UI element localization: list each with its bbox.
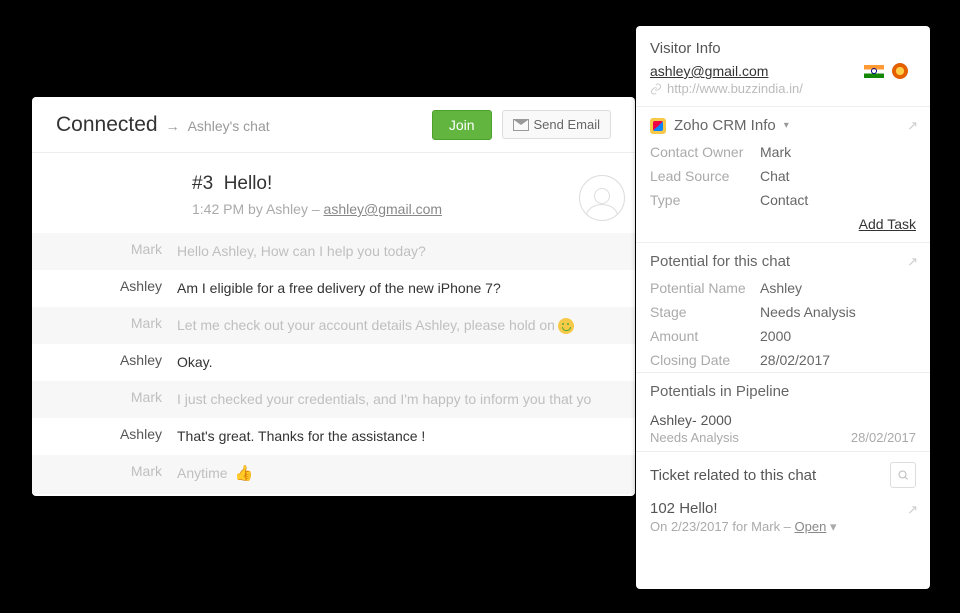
- pipeline-item[interactable]: Ashley- 2000 Needs Analysis 28/02/2017: [636, 406, 930, 451]
- message-text: That's great. Thanks for the assistance …: [177, 426, 617, 447]
- message-row: Ashley That's great. Thanks for the assi…: [32, 418, 635, 455]
- ticket-item[interactable]: ↗ 102 Hello! On 2/23/2017 for Mark – Ope…: [636, 494, 930, 541]
- potential-field-value: Needs Analysis: [760, 304, 856, 320]
- chat-header: Connected → Ashley's chat Join Send Emai…: [32, 97, 635, 153]
- message-sender: Mark: [32, 241, 177, 257]
- chat-status: Connected: [56, 113, 158, 137]
- message-row: Ashley Okay.: [32, 344, 635, 381]
- zoho-crm-icon: [650, 118, 666, 134]
- ticket-status-caret: ▾: [830, 519, 837, 534]
- potential-field-label: Amount: [650, 328, 760, 344]
- message-sender: Ashley: [32, 352, 177, 368]
- ticket-section-title: Ticket related to this chat: [650, 467, 816, 484]
- pipeline-section-title: Potentials in Pipeline: [650, 383, 789, 400]
- potential-field-label: Stage: [650, 304, 760, 320]
- crm-field-label: Lead Source: [650, 168, 760, 184]
- avatar: [579, 175, 625, 221]
- chat-subtitle: Ashley's chat: [188, 118, 270, 134]
- message-text: Anytime 👍: [177, 463, 617, 486]
- message-text: Okay.: [177, 352, 617, 373]
- message-row: Mark Anytime 👍: [32, 455, 635, 494]
- thread-header: #3 Hello! 1:42 PM by Ashley – ashley@gma…: [32, 153, 635, 233]
- popout-icon[interactable]: ↗: [907, 254, 918, 270]
- ticket-meta: On 2/23/2017 for Mark –: [650, 519, 795, 534]
- message-text: Am I eligible for a free delivery of the…: [177, 278, 617, 299]
- visitor-email-link[interactable]: ashley@gmail.com: [650, 63, 768, 79]
- envelope-icon: [513, 119, 529, 131]
- add-task-link[interactable]: Add Task: [859, 216, 916, 232]
- potential-section-header: Potential for this chat ↗: [636, 242, 930, 276]
- thumbs-up-icon: 👍: [234, 463, 253, 486]
- send-email-button[interactable]: Send Email: [502, 110, 611, 139]
- message-row: Ashley Am I eligible for a free delivery…: [32, 270, 635, 307]
- crm-section-header[interactable]: Zoho CRM Info ▾ ↗: [636, 106, 930, 140]
- visitor-info-heading: Visitor Info: [636, 26, 930, 63]
- pipeline-item-date: 28/02/2017: [851, 430, 916, 445]
- popout-icon[interactable]: ↗: [907, 502, 918, 518]
- potential-field-value: 2000: [760, 328, 791, 344]
- message-sender: Ashley: [32, 426, 177, 442]
- message-list: Mark Hello Ashley, How can I help you to…: [32, 233, 635, 494]
- arrow-icon: →: [166, 118, 180, 134]
- link-icon: [650, 83, 662, 95]
- ticket-subject: Hello!: [224, 173, 273, 194]
- visitor-panel: Visitor Info ashley@gmail.com http://www…: [636, 26, 930, 589]
- pipeline-item-name: Ashley- 2000: [650, 412, 732, 428]
- ticket-id: 102: [650, 500, 675, 517]
- ticket-section-header: Ticket related to this chat: [636, 451, 930, 494]
- potential-field-label: Potential Name: [650, 280, 760, 296]
- ticket-status[interactable]: Open: [795, 519, 827, 534]
- message-sender: Mark: [32, 463, 177, 479]
- chevron-down-icon: ▾: [784, 120, 789, 131]
- message-sender: Ashley: [32, 278, 177, 294]
- chat-window: Connected → Ashley's chat Join Send Emai…: [32, 97, 635, 496]
- message-row: Mark Hello Ashley, How can I help you to…: [32, 233, 635, 270]
- crm-field-label: Contact Owner: [650, 144, 760, 160]
- ticket-subject: Hello!: [679, 500, 717, 517]
- india-flag-icon: [864, 65, 884, 78]
- ticket-search-button[interactable]: [890, 462, 916, 488]
- pipeline-section-header: Potentials in Pipeline: [636, 372, 930, 406]
- thread-time: 1:42 PM: [192, 201, 244, 217]
- message-row: Mark Let me check out your account detai…: [32, 307, 635, 344]
- crm-field-value: Chat: [760, 168, 790, 184]
- thread-email-link[interactable]: ashley@gmail.com: [324, 201, 442, 217]
- join-button[interactable]: Join: [432, 110, 492, 140]
- popout-icon[interactable]: ↗: [907, 118, 918, 134]
- visitor-url: http://www.buzzindia.in/: [667, 81, 803, 96]
- message-text: I just checked your credentials, and I'm…: [177, 389, 617, 410]
- thread-by: Ashley: [266, 201, 308, 217]
- message-sender: Mark: [32, 315, 177, 331]
- smile-icon: [558, 318, 574, 334]
- firefox-icon: [892, 63, 908, 79]
- potential-field-value: 28/02/2017: [760, 352, 830, 368]
- search-icon: [897, 468, 909, 482]
- crm-field-label: Type: [650, 192, 760, 208]
- ticket-number: #3: [192, 173, 213, 194]
- crm-field-value: Mark: [760, 144, 791, 160]
- potential-field-label: Closing Date: [650, 352, 760, 368]
- potential-section-title: Potential for this chat: [650, 253, 790, 270]
- message-row: Mark I just checked your credentials, an…: [32, 381, 635, 418]
- message-text: Hello Ashley, How can I help you today?: [177, 241, 617, 262]
- message-sender: Mark: [32, 389, 177, 405]
- crm-section-title: Zoho CRM Info: [674, 117, 776, 134]
- pipeline-item-stage: Needs Analysis: [650, 430, 739, 445]
- crm-field-value: Contact: [760, 192, 808, 208]
- message-text: Let me check out your account details As…: [177, 315, 617, 336]
- send-email-label: Send Email: [534, 117, 600, 132]
- potential-field-value: Ashley: [760, 280, 802, 296]
